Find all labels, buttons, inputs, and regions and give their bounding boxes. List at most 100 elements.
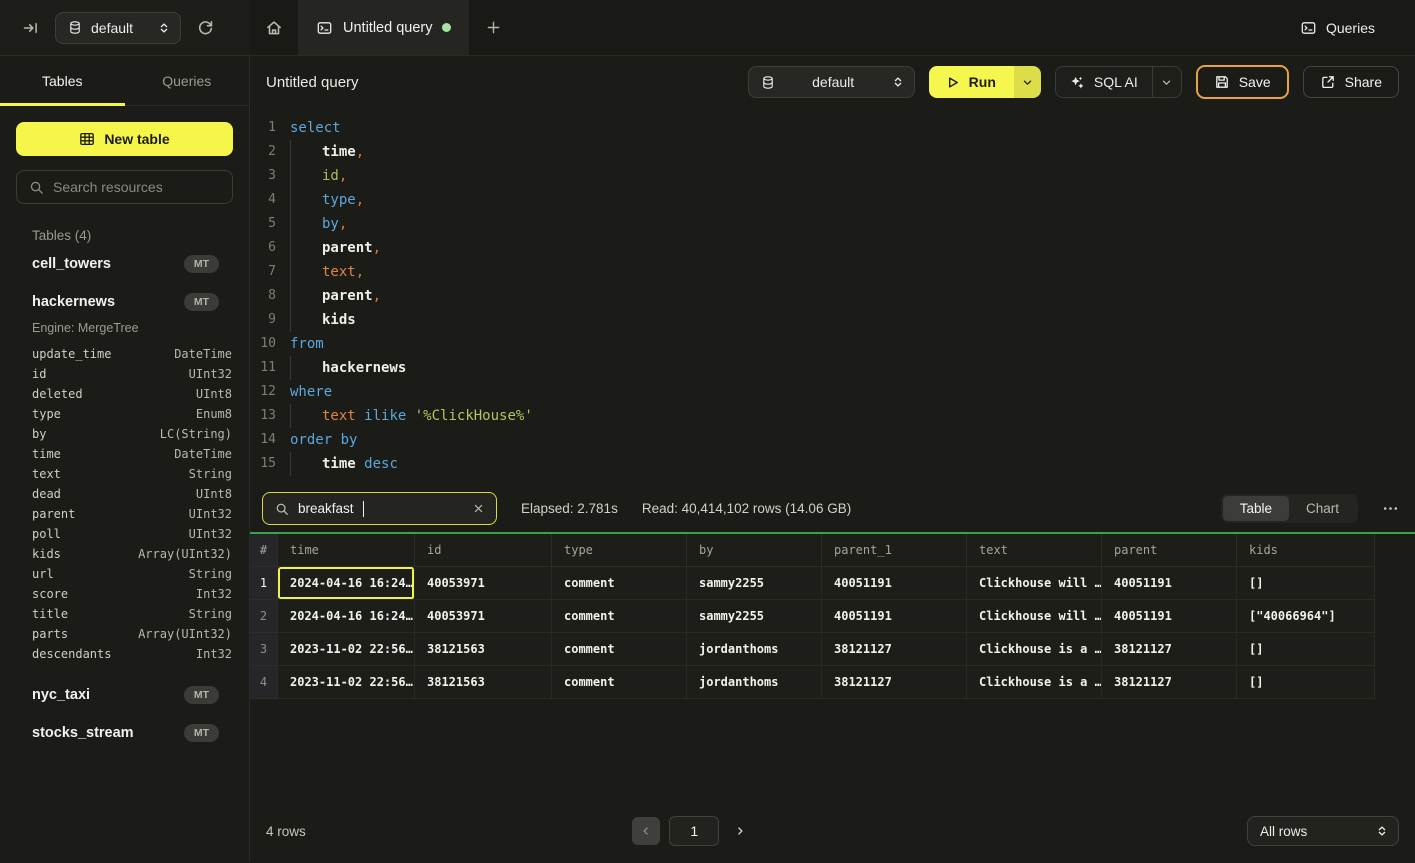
table-cell[interactable]: comment: [552, 666, 687, 699]
current-page-indicator[interactable]: 1: [669, 816, 719, 846]
sql-editor[interactable]: 1select2time,3id,4type,5by,6parent,7text…: [250, 108, 1415, 485]
run-options-button[interactable]: [1014, 66, 1041, 98]
table-cell[interactable]: 40051191: [1102, 600, 1237, 633]
page-size-selector[interactable]: All rows: [1247, 816, 1399, 846]
code-token: ,: [356, 140, 364, 164]
new-table-button[interactable]: New table: [16, 122, 233, 156]
table-cell[interactable]: Clickhouse is a …: [967, 666, 1102, 699]
editor-line[interactable]: 11hackernews: [250, 356, 1415, 380]
sidebar-table-hackernews[interactable]: hackernewsMT: [0, 283, 249, 321]
view-toggle-table[interactable]: Table: [1223, 496, 1289, 521]
table-cell[interactable]: comment: [552, 600, 687, 633]
sidebar-table-stocks_stream[interactable]: stocks_streamMT: [0, 714, 249, 752]
table-cell[interactable]: []: [1237, 633, 1375, 666]
unsaved-changes-dot: [442, 23, 451, 32]
table-cell[interactable]: 38121127: [822, 633, 967, 666]
results-search-input[interactable]: breakfast: [262, 492, 497, 525]
table-cell[interactable]: 2024-04-16 16:24…: [278, 567, 415, 600]
refresh-button[interactable]: [197, 19, 214, 36]
editor-line[interactable]: 13text ilike '%ClickHouse%': [250, 404, 1415, 428]
table-cell[interactable]: 38121563: [415, 666, 552, 699]
table-cell[interactable]: 38121127: [1102, 666, 1237, 699]
column-header-text[interactable]: text: [967, 534, 1102, 567]
previous-page-button[interactable]: [632, 817, 660, 845]
editor-line[interactable]: 12where: [250, 380, 1415, 404]
table-cell[interactable]: comment: [552, 567, 687, 600]
editor-line[interactable]: 8parent,: [250, 284, 1415, 308]
run-button[interactable]: Run: [929, 66, 1014, 98]
home-button[interactable]: [250, 0, 298, 55]
sidebar-table-cell_towers[interactable]: cell_towersMT: [0, 245, 249, 283]
share-button[interactable]: Share: [1303, 66, 1399, 98]
code-content: where: [290, 380, 332, 404]
table-cell[interactable]: 2023-11-02 22:56…: [278, 633, 415, 666]
table-cell[interactable]: Clickhouse will …: [967, 567, 1102, 600]
column-header-time[interactable]: time: [278, 534, 415, 567]
column-header-num[interactable]: #: [250, 534, 278, 567]
table-cell[interactable]: jordanthoms: [687, 633, 822, 666]
queries-button[interactable]: Queries: [1300, 0, 1375, 55]
table-cell[interactable]: 40053971: [415, 567, 552, 600]
table-cell[interactable]: 40051191: [1102, 567, 1237, 600]
database-selector-main[interactable]: default: [748, 66, 915, 98]
table-cell[interactable]: []: [1237, 666, 1375, 699]
column-row: deadUInt8: [0, 484, 249, 504]
column-header-by[interactable]: by: [687, 534, 822, 567]
clear-search-button[interactable]: [473, 503, 484, 514]
table-cell[interactable]: jordanthoms: [687, 666, 822, 699]
table-cell[interactable]: 40051191: [822, 600, 967, 633]
column-header-kids[interactable]: kids: [1237, 534, 1375, 567]
indent-guide: [290, 260, 322, 284]
results-more-button[interactable]: [1382, 500, 1399, 517]
column-name: by: [32, 424, 46, 444]
row-number[interactable]: 4: [250, 666, 278, 699]
editor-line[interactable]: 1select: [250, 116, 1415, 140]
editor-line[interactable]: 7text,: [250, 260, 1415, 284]
table-cell[interactable]: 38121127: [822, 666, 967, 699]
table-cell[interactable]: 2024-04-16 16:24…: [278, 600, 415, 633]
save-button[interactable]: Save: [1196, 65, 1289, 99]
table-cell[interactable]: ["40066964"]: [1237, 600, 1375, 633]
editor-line[interactable]: 14order by: [250, 428, 1415, 452]
table-cell[interactable]: Clickhouse is a …: [967, 633, 1102, 666]
editor-line[interactable]: 15time desc: [250, 452, 1415, 476]
view-toggle-chart[interactable]: Chart: [1289, 496, 1356, 521]
editor-line[interactable]: 3id,: [250, 164, 1415, 188]
column-header-type[interactable]: type: [552, 534, 687, 567]
resource-search-input[interactable]: Search resources: [16, 170, 233, 204]
new-tab-button[interactable]: [469, 0, 517, 55]
sql-ai-options-button[interactable]: [1152, 67, 1181, 97]
table-cell[interactable]: 40053971: [415, 600, 552, 633]
column-header-parent_1[interactable]: parent_1: [822, 534, 967, 567]
sidebar-tab-queries[interactable]: Queries: [125, 56, 250, 105]
row-number[interactable]: 1: [250, 567, 278, 600]
table-cell[interactable]: sammy2255: [687, 567, 822, 600]
table-cell[interactable]: sammy2255: [687, 600, 822, 633]
editor-line[interactable]: 5by,: [250, 212, 1415, 236]
table-cell[interactable]: 40051191: [822, 567, 967, 600]
row-number[interactable]: 3: [250, 633, 278, 666]
column-header-parent[interactable]: parent: [1102, 534, 1237, 567]
line-number: 6: [250, 236, 276, 260]
table-cell[interactable]: 38121127: [1102, 633, 1237, 666]
table-cell[interactable]: []: [1237, 567, 1375, 600]
table-cell[interactable]: 2023-11-02 22:56…: [278, 666, 415, 699]
column-header-id[interactable]: id: [415, 534, 552, 567]
sidebar-table-nyc_taxi[interactable]: nyc_taxiMT: [0, 676, 249, 714]
editor-line[interactable]: 6parent,: [250, 236, 1415, 260]
database-selector[interactable]: default: [55, 12, 181, 44]
editor-line[interactable]: 9kids: [250, 308, 1415, 332]
table-cell[interactable]: Clickhouse will …: [967, 600, 1102, 633]
editor-line[interactable]: 4type,: [250, 188, 1415, 212]
row-number[interactable]: 2: [250, 600, 278, 633]
collapse-sidebar-button[interactable]: [22, 20, 39, 36]
table-cell[interactable]: 38121563: [415, 633, 552, 666]
next-page-button[interactable]: [734, 825, 746, 837]
table-cell[interactable]: comment: [552, 633, 687, 666]
sidebar-tab-tables[interactable]: Tables: [0, 56, 125, 105]
editor-line[interactable]: 10from: [250, 332, 1415, 356]
column-name: poll: [32, 524, 61, 544]
editor-line[interactable]: 2time,: [250, 140, 1415, 164]
sql-ai-button[interactable]: SQL AI: [1056, 67, 1152, 97]
tab-untitled-query[interactable]: Untitled query: [298, 0, 469, 55]
